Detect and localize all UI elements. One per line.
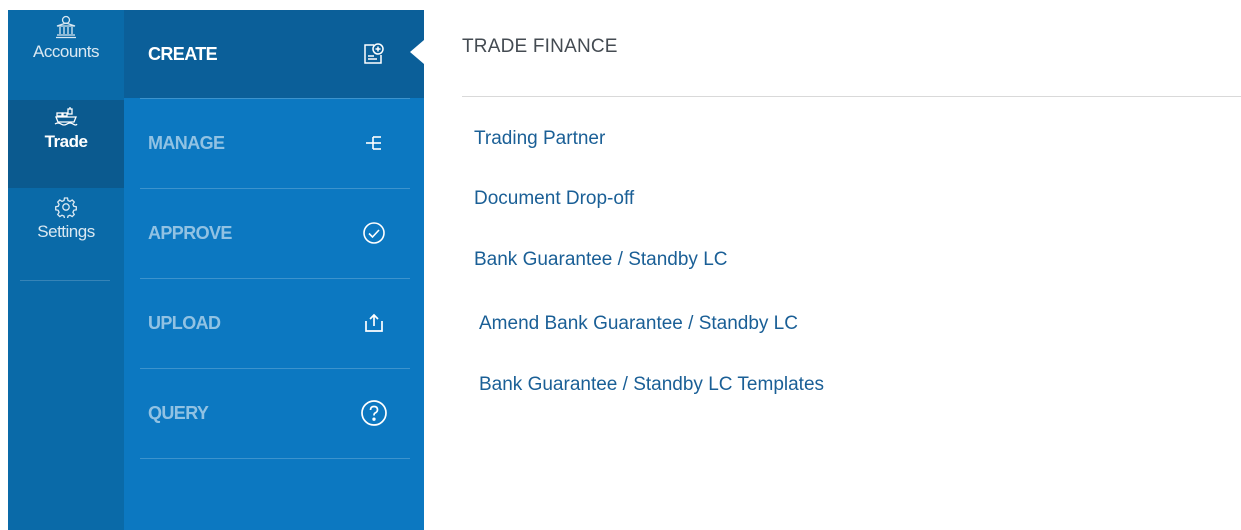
rail-item-accounts[interactable]: Accounts [8, 10, 124, 98]
ship-icon [54, 104, 78, 130]
submenu-divider [140, 458, 410, 459]
link-amend-bank-guarantee[interactable]: Amend Bank Guarantee / Standby LC [479, 313, 798, 335]
tree-icon [360, 129, 388, 157]
submenu-item-upload[interactable]: UPLOAD [124, 279, 424, 367]
link-bank-guarantee-templates[interactable]: Bank Guarantee / Standby LC Templates [479, 374, 824, 396]
add-document-icon [360, 40, 388, 68]
link-bank-guarantee-standby-lc[interactable]: Bank Guarantee / Standby LC [474, 249, 728, 271]
active-pointer [410, 40, 424, 64]
submenu-item-label: UPLOAD [148, 312, 221, 333]
submenu-item-label: CREATE [148, 43, 218, 64]
submenu-item-manage[interactable]: MANAGE [124, 99, 424, 187]
link-trading-partner[interactable]: Trading Partner [474, 128, 605, 150]
rail-item-label: Accounts [33, 42, 99, 61]
link-document-drop-off[interactable]: Document Drop-off [474, 188, 634, 210]
submenu-item-label: APPROVE [148, 222, 232, 243]
title-divider [462, 96, 1241, 97]
submenu-item-query[interactable]: QUERY [124, 369, 424, 457]
question-circle-icon [360, 399, 388, 427]
rail-item-settings[interactable]: Settings [8, 190, 124, 278]
check-circle-icon [360, 219, 388, 247]
submenu-item-label: QUERY [148, 402, 209, 423]
rail-item-label: Trade [44, 132, 88, 151]
submenu-item-label: MANAGE [148, 132, 225, 153]
main-nav-rail: Accounts Trade Settings [8, 10, 124, 530]
submenu-item-create[interactable]: CREATE [124, 10, 424, 98]
trade-submenu: CREATE MANAGE APPROVE UPLOAD QUERY [124, 10, 424, 530]
rail-item-label: Settings [37, 222, 95, 241]
page-title: TRADE FINANCE [462, 36, 618, 57]
rail-divider [20, 280, 110, 281]
rail-item-trade[interactable]: Trade [8, 100, 124, 188]
gear-icon [55, 194, 77, 220]
submenu-item-approve[interactable]: APPROVE [124, 189, 424, 277]
bank-icon [55, 14, 77, 40]
upload-icon [360, 309, 388, 337]
